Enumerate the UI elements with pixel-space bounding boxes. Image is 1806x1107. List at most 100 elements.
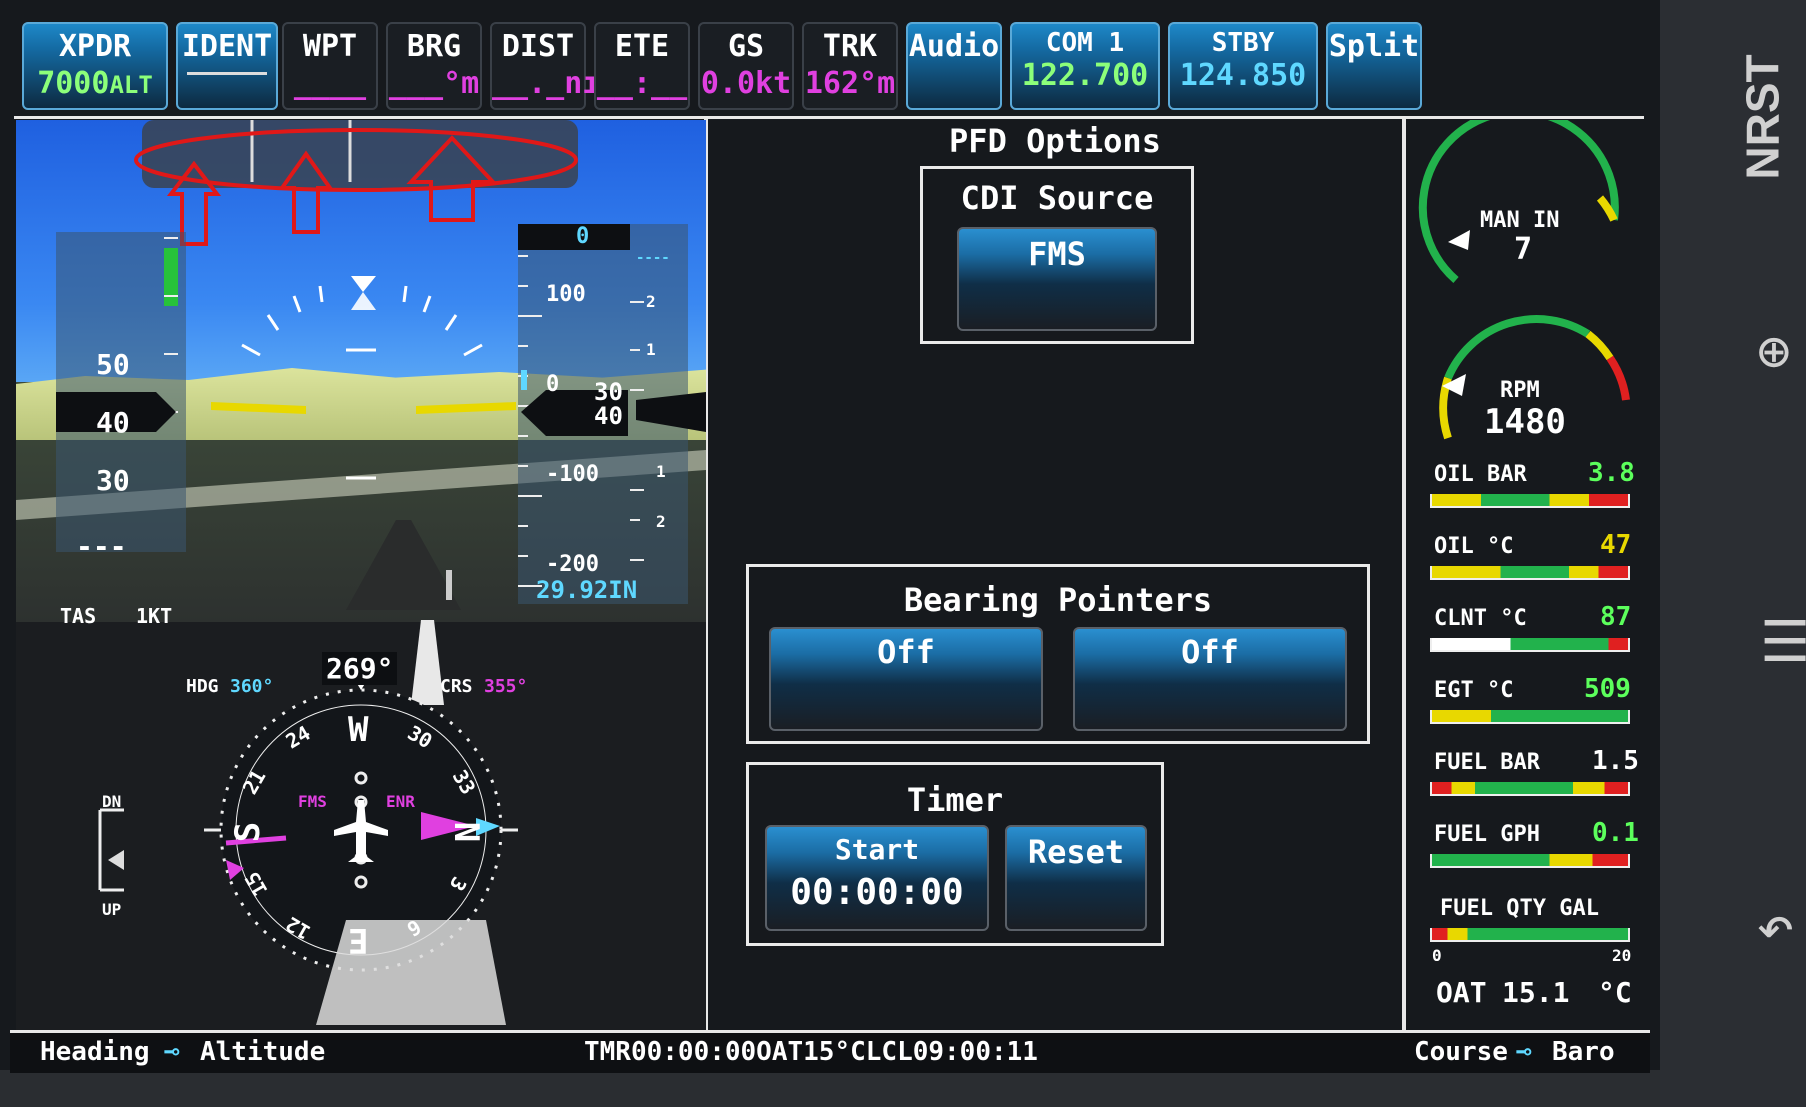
vs-tick-1: 1	[646, 340, 656, 359]
airspeed-readout: ---	[76, 530, 127, 563]
hdg-value[interactable]: 360°	[230, 676, 273, 697]
xpdr-button[interactable]: XPDR 7000ALT	[22, 22, 168, 110]
fuel-gph-value: 0.1	[1592, 818, 1639, 848]
gs-field[interactable]: GS 0.0kt	[698, 22, 794, 110]
xpdr-code: 7000	[37, 66, 110, 101]
oil-bar-label: OIL BAR	[1434, 462, 1527, 487]
gtn-screen: XPDR 7000ALT IDENT WPT ____ BRG ___°m DI…	[0, 0, 1664, 1073]
split-button[interactable]: Split	[1326, 22, 1422, 110]
alt-tick-minus200: -200	[546, 552, 599, 577]
timer-label: Timer	[906, 781, 1004, 819]
oat-label: OAT	[1436, 976, 1487, 1009]
nrst-button[interactable]: NRST	[1737, 30, 1796, 190]
clnt-value: 87	[1600, 602, 1632, 632]
oat-value: 15.1	[1502, 976, 1570, 1009]
crs-value[interactable]: 355°	[484, 676, 527, 697]
stby-button[interactable]: STBY 124.850	[1168, 22, 1318, 110]
back-icon[interactable]: ↶	[1756, 890, 1795, 964]
fuel-bar-gauge	[1430, 782, 1630, 796]
tas-value: 1KT	[136, 604, 173, 628]
compass-s: S	[228, 821, 269, 843]
bearing-pointers-label: Bearing Pointers	[903, 581, 1213, 619]
compass-n: N	[446, 821, 487, 843]
ete-field[interactable]: ETE __:__	[594, 22, 690, 110]
oat-unit: °C	[1598, 976, 1632, 1009]
oil-bar-value: 3.8	[1588, 458, 1635, 488]
heading-readout: 269°	[322, 652, 398, 685]
fuel-qty-gauge	[1430, 928, 1630, 942]
com1-button[interactable]: COM 1 122.700	[1010, 22, 1160, 110]
engine-indication-strip: MAN IN 7 RPM 1480 OIL BAR 3.8 OIL °C 47 …	[1412, 120, 1652, 1030]
tas-label: TAS	[60, 604, 97, 628]
fuel-qty-label: FUEL QTY GAL	[1440, 896, 1599, 921]
inner-knob-heading[interactable]: Heading	[40, 1037, 150, 1067]
cdi-source-box: CDI Source FMS	[920, 166, 1194, 344]
bearing-pointer-1-button[interactable]: Off	[769, 627, 1043, 731]
selected-altitude[interactable]: 0	[576, 224, 589, 249]
oil-bar-gauge	[1430, 494, 1630, 508]
timer-reset-button[interactable]: Reset	[1005, 825, 1147, 931]
knob-icon-left: ⊸	[164, 1037, 180, 1067]
bezel-side: NRST ⊕ ☰ ↶	[1660, 0, 1806, 1107]
rpm-label: RPM	[1500, 378, 1540, 403]
alt-readout-bottom: 40	[594, 402, 623, 430]
top-softkey-bar: XPDR 7000ALT IDENT WPT ____ BRG ___°m DI…	[10, 18, 1650, 116]
fuel-bar-label: FUEL BAR	[1434, 750, 1540, 775]
fuel-bar-value: 1.5	[1592, 746, 1639, 776]
wpt-field[interactable]: WPT ____	[282, 22, 378, 110]
clnt-label: CLNT °C	[1434, 606, 1527, 631]
status-line: TMR00:00:00OAT15°CLCL09:00:11	[584, 1037, 1038, 1067]
vs-tick-minus1: 1	[656, 462, 666, 481]
knob-icon-right: ⊸	[1516, 1037, 1532, 1067]
timer-value: 00:00:00	[790, 872, 964, 913]
egt-label: EGT °C	[1434, 678, 1514, 703]
nav-mode-enr: ENR	[386, 792, 415, 811]
pfd-window[interactable]: 50 40 30 --- 0 100 0 -100 -200 30 40 ---…	[16, 120, 706, 1030]
direct-to-icon[interactable]: ⊕	[1740, 336, 1805, 370]
man-in-label: MAN IN	[1480, 208, 1560, 233]
oil-temp-value: 47	[1600, 530, 1632, 560]
brg-field[interactable]: BRG ___°m	[386, 22, 482, 110]
vs-tick-minus2: 2	[656, 512, 666, 531]
vdev-dn-label: DN	[102, 792, 122, 811]
oil-temp-label: OIL °C	[1434, 534, 1514, 559]
egt-value: 509	[1584, 674, 1631, 704]
timer-box: Timer Start 00:00:00 Reset	[746, 762, 1164, 946]
alt-tick-0: 0	[546, 372, 560, 397]
vs-tick-2: 2	[646, 292, 656, 311]
ident-button[interactable]: IDENT	[176, 22, 278, 110]
nav-source-fms: FMS	[298, 792, 327, 811]
fuel-qty-min: 0	[1432, 946, 1442, 965]
fuel-gph-label: FUEL GPH	[1434, 822, 1540, 847]
audio-button[interactable]: Audio	[906, 22, 1002, 110]
clnt-gauge	[1430, 638, 1630, 652]
speed-tick-40: 40	[96, 406, 130, 439]
cdi-source-button[interactable]: FMS	[957, 227, 1157, 331]
knob-function-bar: Heading ⊸ Altitude TMR00:00:00OAT15°CLCL…	[10, 1030, 1650, 1073]
dist-field[interactable]: DIST __._nı	[490, 22, 600, 110]
vs-tick-top: ----	[636, 250, 670, 266]
bearing-pointer-2-button[interactable]: Off	[1073, 627, 1347, 731]
oil-temp-gauge	[1430, 566, 1630, 580]
alt-tick-100: 100	[546, 282, 586, 307]
crs-label: CRS	[440, 676, 473, 697]
pfd-graphics	[16, 120, 706, 1025]
pfd-options-title: PFD Options	[949, 122, 1161, 160]
man-in-value: 7	[1514, 232, 1533, 267]
alt-tick-minus100: -100	[546, 462, 599, 487]
compass-e: E	[348, 920, 369, 960]
inner-knob-course[interactable]: Course	[1414, 1037, 1508, 1067]
bearing-pointers-box: Bearing Pointers Off Off	[746, 564, 1370, 744]
speed-tick-50: 50	[96, 348, 130, 381]
baro-setting[interactable]: 29.92IN	[536, 576, 637, 604]
egt-gauge	[1430, 710, 1630, 724]
outer-knob-altitude[interactable]: Altitude	[200, 1037, 325, 1067]
trk-field[interactable]: TRK 162°m	[802, 22, 898, 110]
menu-icon[interactable]: ☰	[1760, 610, 1806, 675]
cdi-source-label: CDI Source	[960, 179, 1154, 217]
compass-w: W	[348, 710, 369, 750]
fuel-gph-gauge	[1430, 854, 1630, 868]
top-divider	[14, 116, 1644, 119]
timer-start-button[interactable]: Start 00:00:00	[765, 825, 989, 931]
outer-knob-baro[interactable]: Baro	[1552, 1037, 1615, 1067]
